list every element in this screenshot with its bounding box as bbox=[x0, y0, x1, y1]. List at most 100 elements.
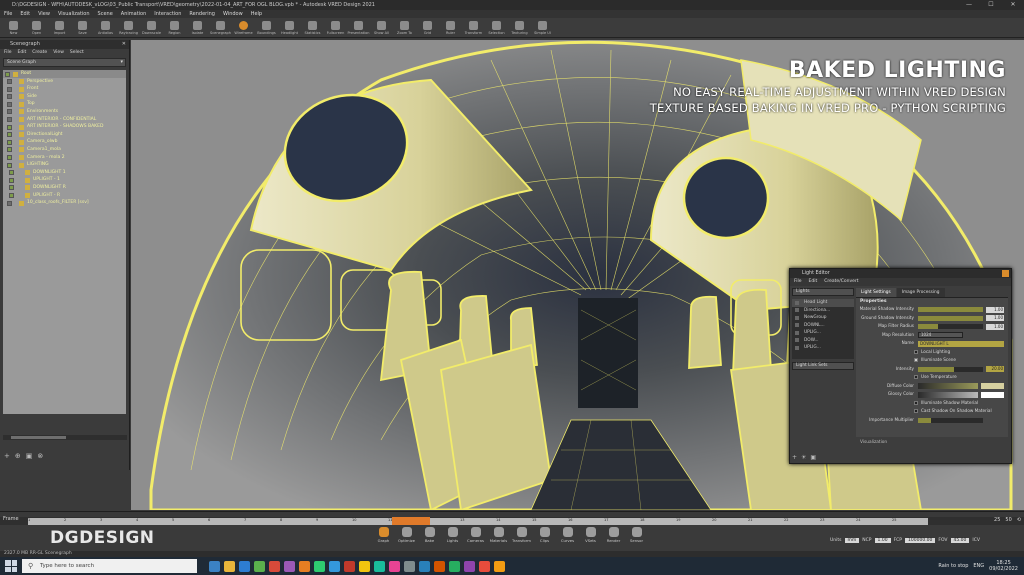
menu-visualization[interactable]: Visualization bbox=[58, 10, 90, 18]
light-list-item[interactable]: Directiona... bbox=[792, 307, 854, 315]
sg-menu-file[interactable]: File bbox=[4, 49, 12, 57]
taskbar-app-icon[interactable] bbox=[419, 560, 430, 572]
taskbar-app-icon[interactable] bbox=[344, 560, 355, 572]
delete-light-icon[interactable]: ▣ bbox=[810, 454, 816, 461]
visibility-checkbox[interactable] bbox=[7, 79, 12, 85]
frame-current-value[interactable]: 25 bbox=[994, 517, 1000, 523]
tree-node[interactable]: Camera - mola 2 bbox=[3, 154, 126, 162]
toolbar-ruler-button[interactable]: Ruler bbox=[439, 18, 462, 38]
toolbar-new-button[interactable]: New bbox=[2, 18, 25, 38]
module-curves-button[interactable]: Curves bbox=[556, 527, 579, 543]
taskbar-app-icon[interactable] bbox=[389, 560, 400, 572]
material-shadow-value[interactable]: 1.00 bbox=[986, 306, 1004, 313]
map-filter-slider[interactable] bbox=[918, 324, 983, 329]
close-icon[interactable] bbox=[1002, 270, 1009, 277]
light-name-input[interactable]: DOWNLIGHT L bbox=[918, 340, 1004, 347]
glossy-color-slider[interactable] bbox=[918, 391, 978, 398]
toolbar-texturing-button[interactable]: Texturing bbox=[508, 18, 531, 38]
visibility-checkbox[interactable] bbox=[7, 132, 12, 138]
local-lighting-checkbox[interactable] bbox=[914, 349, 918, 354]
module-bake-button[interactable]: Bake bbox=[418, 527, 441, 543]
module-render-button[interactable]: Render bbox=[602, 527, 625, 543]
module-lights-button[interactable]: Lights bbox=[441, 527, 464, 543]
language-indicator[interactable]: ENG bbox=[973, 563, 984, 569]
visibility-checkbox[interactable] bbox=[7, 155, 12, 161]
module-cameras-button[interactable]: Cameras bbox=[464, 527, 487, 543]
tree-node[interactable]: Front bbox=[3, 85, 126, 93]
le-menu-edit[interactable]: Edit bbox=[809, 278, 818, 286]
taskbar-app-icon[interactable] bbox=[284, 560, 295, 572]
taskbar-app-icon[interactable] bbox=[269, 560, 280, 572]
toolbar-scenegraph-button[interactable]: Scenegraph bbox=[209, 18, 232, 38]
light-list-item[interactable]: DOWNL... bbox=[792, 322, 854, 330]
taskbar-app-icon[interactable] bbox=[494, 560, 505, 572]
material-shadow-slider[interactable] bbox=[918, 307, 983, 312]
use-temperature-checkbox[interactable] bbox=[914, 375, 918, 379]
windows-start-icon[interactable] bbox=[5, 560, 17, 572]
module-optimize-button[interactable]: Optimize bbox=[395, 527, 418, 543]
toolbar-selection-button[interactable]: Selection bbox=[485, 18, 508, 38]
toolbar-zoom-to-button[interactable]: Zoom To bbox=[393, 18, 416, 38]
visualization-section[interactable]: Visualization bbox=[856, 439, 1008, 446]
toolbar-save-button[interactable]: Save bbox=[71, 18, 94, 38]
loop-icon[interactable]: ⟲ bbox=[1017, 517, 1021, 523]
cast-shadow-checkbox[interactable] bbox=[914, 409, 918, 413]
taskbar-app-icon[interactable] bbox=[299, 560, 310, 572]
taskbar-app-icon[interactable] bbox=[404, 560, 415, 572]
units-select[interactable]: mm bbox=[844, 538, 860, 543]
light-list-item[interactable]: Head Light bbox=[792, 299, 854, 307]
visibility-checkbox[interactable] bbox=[9, 185, 14, 191]
toolbar-show-all-button[interactable]: Show All bbox=[370, 18, 393, 38]
menu-window[interactable]: Window bbox=[223, 10, 243, 18]
toolbar-simple-ui-button[interactable]: Simple UI bbox=[531, 18, 554, 38]
tree-node[interactable]: DOWNLIGHT 1 bbox=[3, 169, 126, 177]
visibility-checkbox[interactable] bbox=[7, 86, 12, 92]
visibility-checkbox[interactable] bbox=[7, 200, 12, 206]
module-vsets-button[interactable]: VSets bbox=[579, 527, 602, 543]
visibility-checkbox[interactable] bbox=[9, 177, 14, 183]
menu-help[interactable]: Help bbox=[251, 10, 262, 18]
sg-menu-view[interactable]: View bbox=[53, 49, 64, 57]
menu-rendering[interactable]: Rendering bbox=[189, 10, 215, 18]
menu-interaction[interactable]: Interaction bbox=[154, 10, 181, 18]
light-list-item[interactable]: UPLIG... bbox=[792, 329, 854, 337]
weather-text[interactable]: Rain to stop bbox=[938, 563, 968, 569]
visibility-checkbox[interactable] bbox=[9, 193, 14, 198]
module-graph-button[interactable]: Graph bbox=[372, 527, 395, 543]
timeline-ruler[interactable]: 1234567891011121314151617181920212223242… bbox=[28, 518, 928, 525]
menu-view[interactable]: View bbox=[38, 10, 50, 18]
visibility-checkbox[interactable] bbox=[7, 162, 12, 168]
module-materials-button[interactable]: Materials bbox=[487, 527, 510, 543]
taskbar-app-icon[interactable] bbox=[374, 560, 385, 572]
taskbar-search-input[interactable]: Type here to search bbox=[22, 559, 197, 573]
taskbar-app-icon[interactable] bbox=[479, 560, 490, 572]
taskbar-app-icon[interactable] bbox=[464, 560, 475, 572]
add-light-icon[interactable]: + bbox=[792, 454, 797, 461]
tree-node[interactable]: Root bbox=[3, 70, 126, 78]
toolbar-statistics-button[interactable]: Statistics bbox=[301, 18, 324, 38]
lights-filter-select[interactable]: Lights bbox=[792, 288, 854, 296]
tree-node[interactable]: Camera1_mola bbox=[3, 146, 126, 154]
toolbar-downscale-button[interactable]: Downscale bbox=[140, 18, 163, 38]
tree-node[interactable]: Side bbox=[3, 93, 126, 101]
ground-shadow-value[interactable]: 1.00 bbox=[986, 315, 1004, 321]
scrollbar-thumb[interactable] bbox=[11, 436, 66, 439]
tree-node[interactable]: UPLIGHT - 1 bbox=[3, 176, 126, 184]
light-list[interactable]: Head Light Directiona... NewGroup DOWNL... U… bbox=[792, 299, 854, 359]
toolbar-isolate-button[interactable]: Isolate bbox=[186, 18, 209, 38]
tree-node[interactable]: ART INTERIOR - CONFIDENTIAL bbox=[3, 116, 126, 124]
tree-node[interactable]: DirectionalLight bbox=[3, 131, 126, 139]
scenegraph-view-select[interactable]: Scene Graph bbox=[3, 58, 126, 67]
map-resolution-select[interactable]: 1024 bbox=[918, 332, 963, 338]
sg-menu-edit[interactable]: Edit bbox=[18, 49, 27, 57]
light-on-icon[interactable]: ☀ bbox=[801, 454, 806, 461]
menu-animation[interactable]: Animation bbox=[121, 10, 147, 18]
diffuse-color-swatch[interactable] bbox=[981, 383, 1004, 389]
minimize-button[interactable]: — bbox=[958, 0, 980, 10]
taskbar-app-icon[interactable] bbox=[254, 560, 265, 572]
light-list-item[interactable]: NewGroup bbox=[792, 314, 854, 322]
frame-end-value[interactable]: 50 bbox=[1005, 517, 1011, 523]
taskbar-app-icon[interactable] bbox=[209, 560, 220, 572]
sg-menu-select[interactable]: Select bbox=[70, 49, 84, 57]
light-link-sets-select[interactable]: Light Link Sets bbox=[792, 362, 854, 370]
